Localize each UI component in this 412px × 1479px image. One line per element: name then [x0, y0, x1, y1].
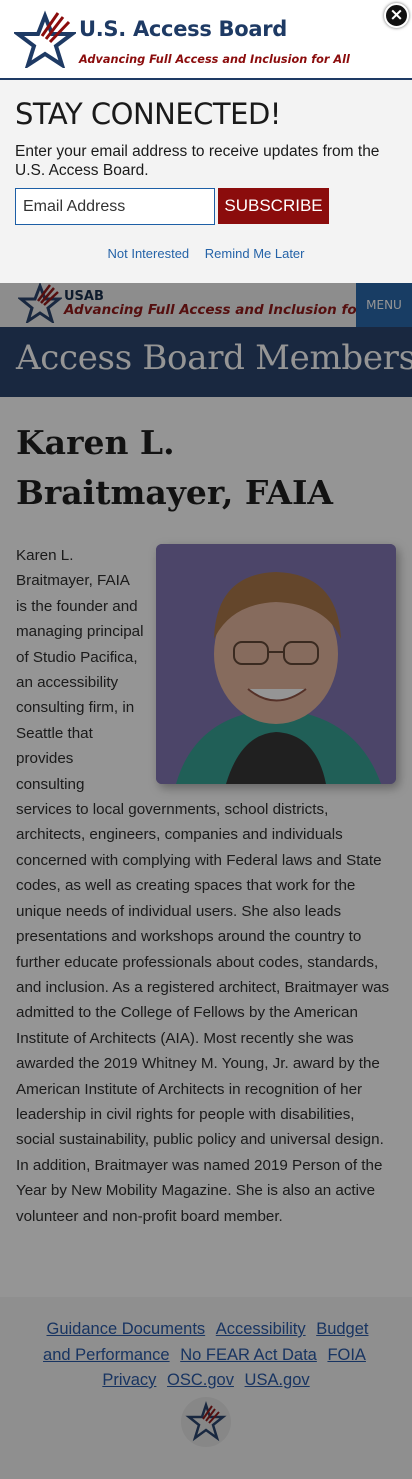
subscribe-button[interactable]: SUBSCRIBE	[218, 188, 329, 224]
popup-actions: Not Interested Remind Me Later	[0, 246, 412, 261]
access-board-star-logo-icon	[14, 10, 76, 68]
not-interested-link[interactable]: Not Interested	[108, 246, 190, 261]
popup-title: STAY CONNECTED!	[15, 97, 281, 131]
popup-header: U.S. Access Board Advancing Full Access …	[0, 0, 412, 80]
popup-tagline: Advancing Full Access and Inclusion for …	[79, 53, 350, 66]
popup-description: Enter your email address to receive upda…	[15, 143, 380, 179]
email-field[interactable]	[15, 188, 215, 225]
modal-backdrop[interactable]	[0, 283, 412, 1479]
close-icon[interactable]: ×	[384, 3, 409, 28]
remind-later-link[interactable]: Remind Me Later	[205, 246, 305, 261]
newsletter-popup: U.S. Access Board Advancing Full Access …	[0, 0, 412, 283]
popup-brand: U.S. Access Board	[79, 17, 288, 41]
